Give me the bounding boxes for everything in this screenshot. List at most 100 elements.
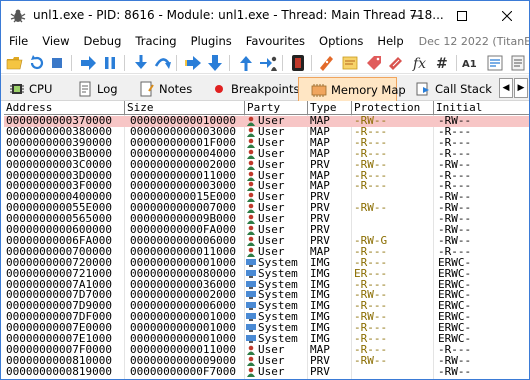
- system-party-icon: [246, 335, 256, 343]
- bug-app-icon: [10, 9, 26, 23]
- execute-till-return-icon[interactable]: [237, 54, 255, 72]
- hash-icon[interactable]: #: [433, 54, 451, 72]
- breakpoint-dot-icon: [215, 85, 223, 93]
- notes-icon: [140, 81, 154, 97]
- tab-breakpoints[interactable]: Breakpoints: [211, 77, 299, 101]
- user-party-icon: [247, 236, 255, 246]
- system-party-icon: [246, 313, 256, 322]
- menu-view[interactable]: View: [35, 34, 76, 48]
- tab-log-label: Log: [97, 82, 118, 96]
- tab-notes[interactable]: Notes: [139, 77, 199, 101]
- comments-icon[interactable]: [341, 54, 359, 72]
- user-party-icon: [247, 160, 255, 170]
- user-party-icon: [247, 182, 255, 192]
- cell-protection: [354, 366, 434, 378]
- user-party-icon: [247, 171, 255, 181]
- tab-breakpoints-label: Breakpoints: [231, 82, 300, 96]
- table-header: Address Size Party Type Protection Initi…: [4, 101, 529, 115]
- table-row[interactable]: 0000000000819000 00000000000F7000 User PRV -…: [4, 365, 529, 378]
- column-header-size[interactable]: Size: [125, 101, 245, 115]
- debugger-window: unl1.exe - PID: 8616 - Module: unl1.exe …: [0, 0, 530, 380]
- restart-icon[interactable]: [28, 54, 46, 72]
- chevron-left-icon: ◀: [502, 83, 510, 93]
- user-party-icon: [247, 127, 255, 137]
- run-to-user-code-icon[interactable]: [259, 54, 277, 72]
- menu-help[interactable]: Help: [370, 34, 410, 48]
- user-party-icon: [247, 149, 255, 159]
- column-header-address[interactable]: Address: [4, 101, 125, 115]
- tab-call-stack-label: Call Stack: [435, 82, 492, 96]
- system-party-icon: [246, 280, 256, 289]
- user-party-icon: [247, 356, 255, 366]
- maximize-button[interactable]: [439, 1, 485, 31]
- menu-file[interactable]: File: [1, 34, 35, 48]
- toolbar: fx # A1: [1, 51, 529, 74]
- memory-map-table[interactable]: Address Size Party Type Protection Initi…: [4, 101, 529, 379]
- user-party-icon: [247, 247, 255, 257]
- menu-bar: File View Debug Tracing Plugins Favourit…: [1, 31, 529, 51]
- trace-into-icon[interactable]: [184, 54, 202, 72]
- tab-call-stack[interactable]: Call Stack: [401, 77, 492, 101]
- user-party-icon: [247, 138, 255, 148]
- menu-plugins[interactable]: Plugins: [184, 34, 239, 48]
- menu-options[interactable]: Options: [312, 34, 370, 48]
- chevron-right-icon: ▶: [517, 83, 525, 93]
- system-party-icon: [246, 258, 256, 267]
- column-header-party[interactable]: Party: [245, 101, 308, 115]
- tab-bar: CPU Log Notes Breakpoints Memory Map Cal…: [1, 75, 529, 101]
- minimize-button[interactable]: [393, 1, 439, 31]
- user-party-icon: [247, 192, 255, 203]
- svg-text:#: #: [436, 56, 448, 72]
- tab-log[interactable]: Log: [77, 77, 133, 101]
- title-bar[interactable]: unl1.exe - PID: 8616 - Module: unl1.exe …: [1, 1, 529, 31]
- cell-initial: -RW--: [438, 365, 472, 378]
- tab-notes-label: Notes: [159, 82, 193, 96]
- pause-icon[interactable]: [101, 54, 119, 72]
- menu-favourites[interactable]: Favourites: [239, 34, 312, 48]
- tab-cpu[interactable]: CPU: [9, 77, 69, 101]
- close-button[interactable]: [484, 1, 529, 31]
- module-icon[interactable]: [486, 54, 504, 72]
- system-party-icon: [246, 324, 256, 333]
- font-icon[interactable]: A1: [462, 54, 480, 72]
- minimize-icon: [411, 15, 421, 17]
- cell-party-label: User: [258, 365, 285, 378]
- system-party-icon: [246, 269, 256, 278]
- menu-debug[interactable]: Debug: [77, 34, 129, 48]
- step-into-icon[interactable]: [132, 54, 150, 72]
- cell-size: 00000000000F7000: [130, 365, 236, 378]
- open-folder-icon[interactable]: [6, 54, 24, 72]
- step-over-icon[interactable]: [154, 54, 172, 72]
- user-party-icon: [247, 367, 255, 377]
- column-header-initial[interactable]: Initial: [434, 101, 529, 115]
- maximize-icon: [457, 11, 467, 21]
- user-party-icon: [247, 116, 255, 126]
- cpu-icon: [10, 84, 24, 94]
- call-stack-icon: [416, 82, 429, 96]
- user-party-icon: [247, 203, 255, 214]
- cell-type: PRV: [310, 365, 330, 378]
- tab-scroll-left-button[interactable]: ◀: [499, 78, 513, 98]
- tab-memory-map-label: Memory Map: [331, 82, 406, 97]
- trace-over-icon[interactable]: [206, 54, 224, 72]
- memory-map-icon: [311, 83, 327, 97]
- run-icon[interactable]: [79, 54, 97, 72]
- user-party-icon: [247, 225, 255, 235]
- scripts-icon[interactable]: [509, 54, 527, 72]
- close-debuggee-icon[interactable]: [48, 54, 66, 72]
- labels-icon[interactable]: [365, 54, 383, 72]
- system-party-icon: [246, 302, 256, 311]
- column-header-protection[interactable]: Protection: [352, 101, 434, 115]
- functions-icon[interactable]: fx: [411, 54, 429, 72]
- close-icon: [502, 11, 512, 21]
- tab-scroll-right-button[interactable]: ▶: [514, 78, 528, 98]
- patch-icon[interactable]: [317, 54, 335, 72]
- bookmarks-icon[interactable]: [387, 54, 405, 72]
- svg-text:A1: A1: [462, 59, 477, 70]
- scylla-icon[interactable]: [289, 54, 307, 72]
- menu-tracing[interactable]: Tracing: [128, 34, 183, 48]
- cell-party: User: [246, 366, 306, 378]
- column-header-type[interactable]: Type: [308, 101, 352, 115]
- tab-memory-map[interactable]: Memory Map: [298, 77, 406, 101]
- log-icon: [79, 81, 91, 97]
